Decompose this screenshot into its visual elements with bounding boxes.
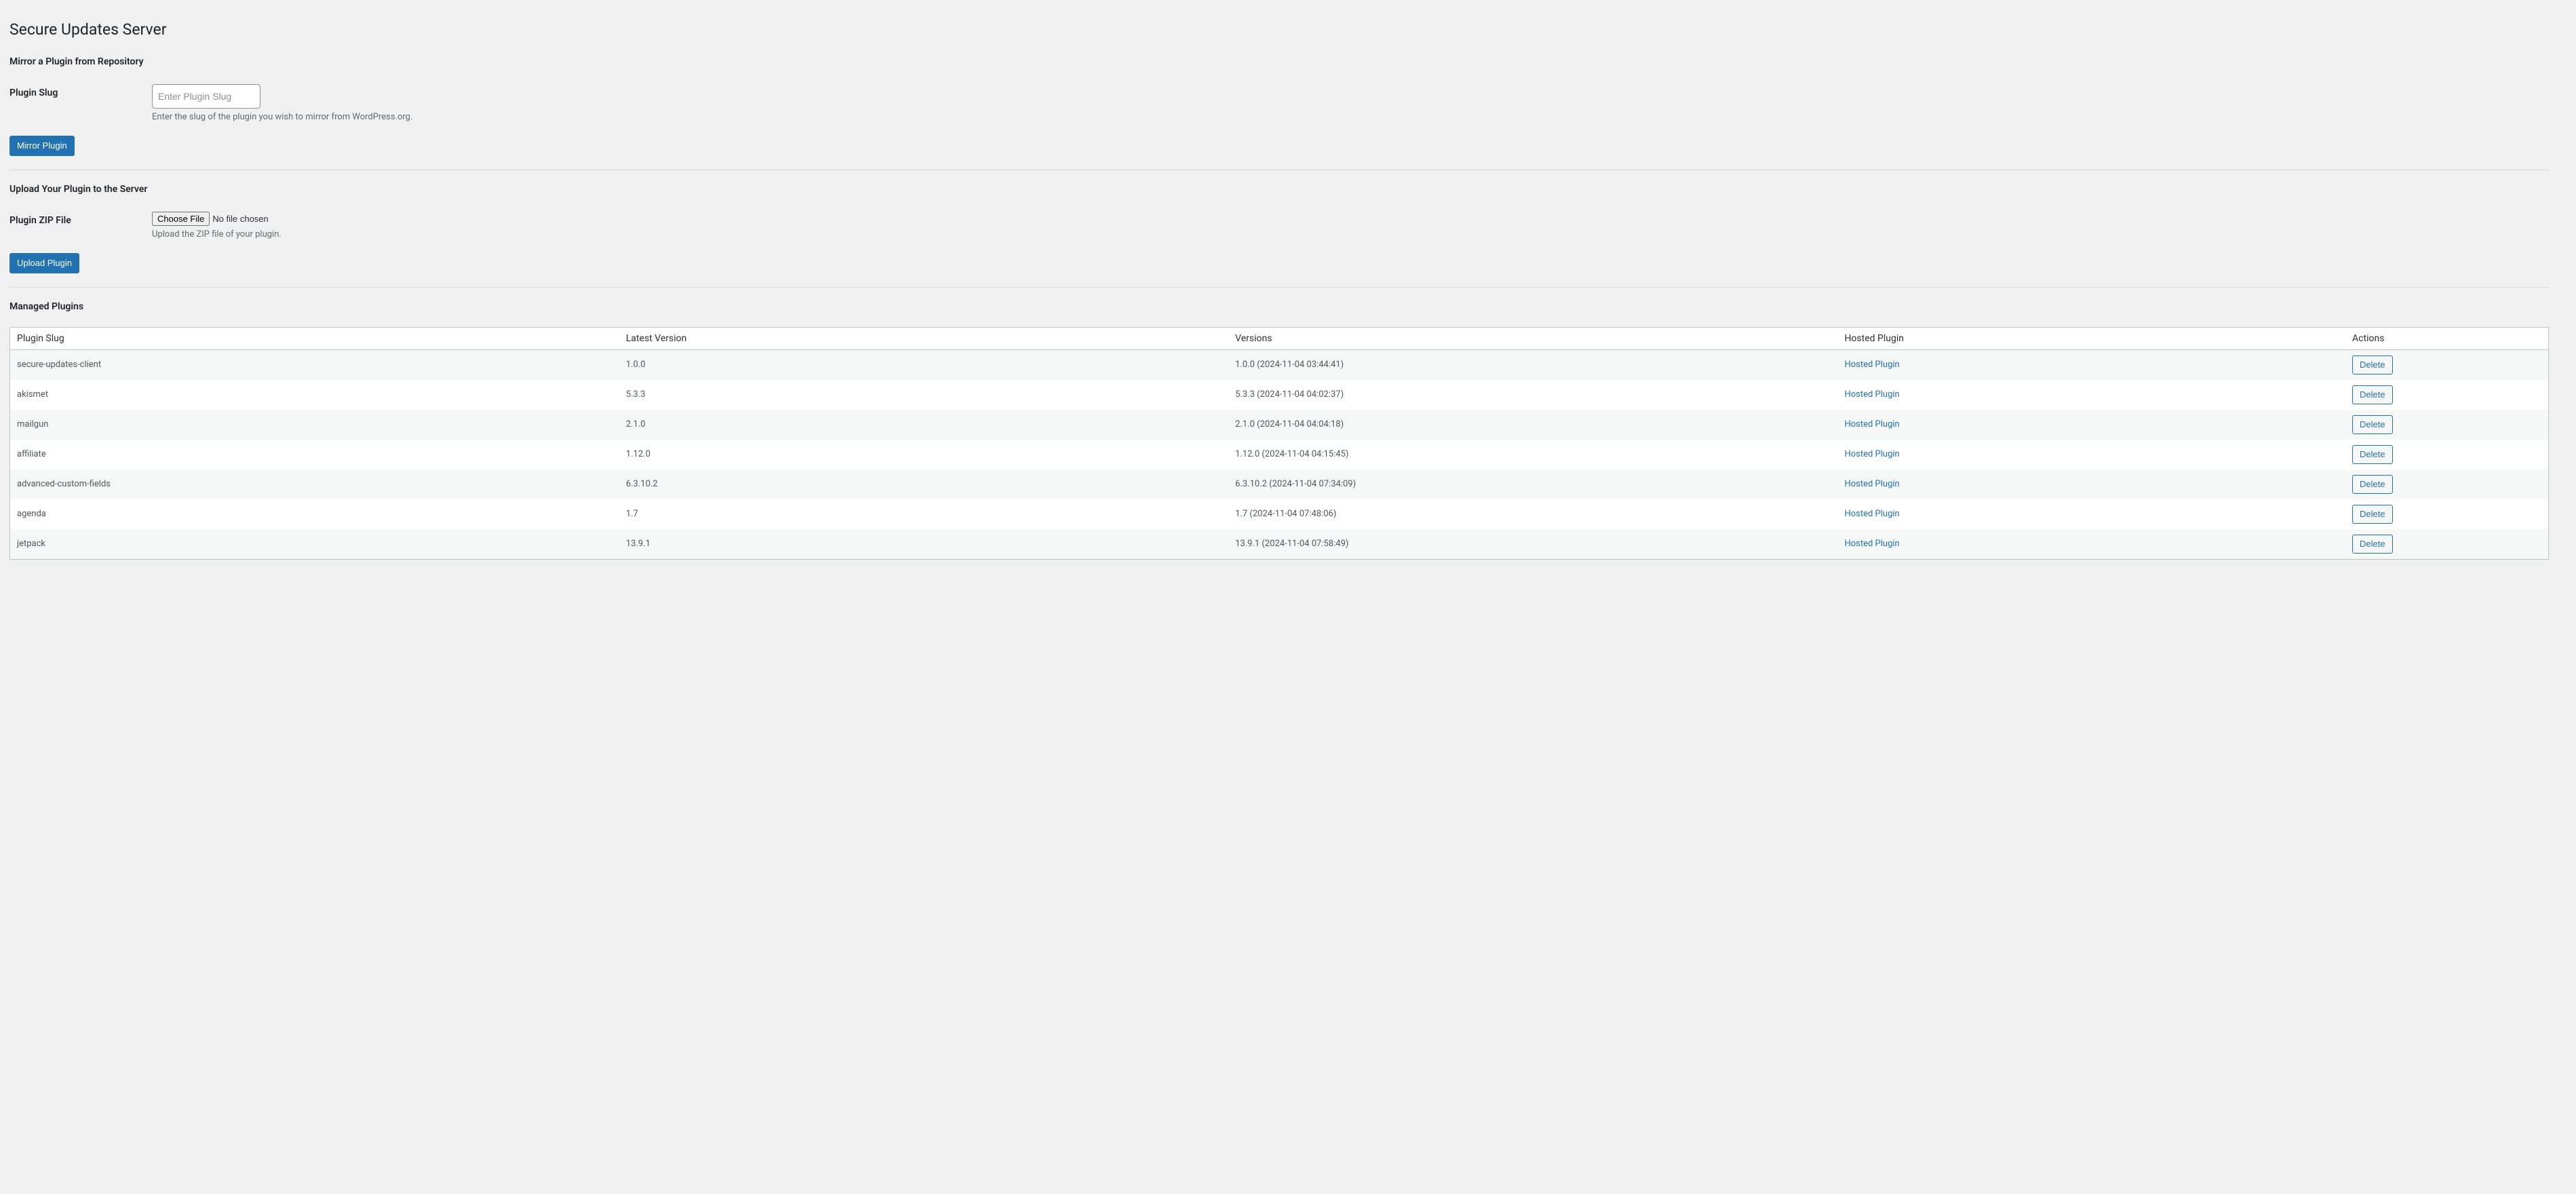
- managed-plugins-table: Plugin Slug Latest Version Versions Host…: [9, 327, 2549, 560]
- cell-actions: Delete: [2345, 380, 2548, 410]
- hosted-plugin-link[interactable]: Hosted Plugin: [1844, 419, 1899, 429]
- cell-slug: akismet: [10, 380, 619, 410]
- plugin-slug-input[interactable]: [152, 84, 260, 109]
- column-header-latest-version[interactable]: Latest Version: [619, 327, 1228, 349]
- cell-actions: Delete: [2345, 499, 2548, 529]
- hosted-plugin-link[interactable]: Hosted Plugin: [1844, 539, 1899, 549]
- cell-versions: 13.9.1 (2024-11-04 07:58:49): [1228, 529, 1837, 560]
- upload-section-heading: Upload Your Plugin to the Server: [9, 170, 2549, 201]
- cell-hosted: Hosted Plugin: [1837, 440, 2345, 469]
- column-header-versions[interactable]: Versions: [1228, 327, 1837, 349]
- plugin-slug-description: Enter the slug of the plugin you wish to…: [152, 112, 2542, 122]
- plugin-zip-description: Upload the ZIP file of your plugin.: [152, 229, 2542, 239]
- column-header-slug[interactable]: Plugin Slug: [10, 327, 619, 349]
- mirror-plugin-button[interactable]: Mirror Plugin: [9, 136, 75, 156]
- cell-versions: 1.0.0 (2024-11-04 03:44:41): [1228, 349, 1837, 380]
- cell-slug: jetpack: [10, 529, 619, 560]
- mirror-form: Plugin Slug Enter the slug of the plugin…: [9, 74, 2549, 132]
- cell-versions: 5.3.3 (2024-11-04 04:02:37): [1228, 380, 1837, 410]
- table-row: advanced-custom-fields6.3.10.26.3.10.2 (…: [10, 469, 2549, 499]
- cell-latest-version: 2.1.0: [619, 410, 1228, 440]
- table-row: akismet5.3.35.3.3 (2024-11-04 04:02:37) H…: [10, 380, 2549, 410]
- column-header-hosted-plugin[interactable]: Hosted Plugin: [1837, 327, 2345, 349]
- cell-hosted: Hosted Plugin: [1837, 410, 2345, 440]
- hosted-plugin-link[interactable]: Hosted Plugin: [1844, 360, 1899, 370]
- cell-latest-version: 6.3.10.2: [619, 469, 1228, 499]
- cell-hosted: Hosted Plugin: [1837, 469, 2345, 499]
- table-row: mailgun2.1.02.1.0 (2024-11-04 04:04:18) H…: [10, 410, 2549, 440]
- cell-latest-version: 1.7: [619, 499, 1228, 529]
- cell-actions: Delete: [2345, 410, 2548, 440]
- cell-slug: mailgun: [10, 410, 619, 440]
- cell-latest-version: 5.3.3: [619, 380, 1228, 410]
- table-row: agenda1.71.7 (2024-11-04 07:48:06) Hosted…: [10, 499, 2549, 529]
- table-row: jetpack13.9.113.9.1 (2024-11-04 07:58:49…: [10, 529, 2549, 560]
- upload-plugin-button[interactable]: Upload Plugin: [9, 253, 79, 273]
- cell-versions: 6.3.10.2 (2024-11-04 07:34:09): [1228, 469, 1837, 499]
- mirror-section-heading: Mirror a Plugin from Repository: [9, 43, 2549, 74]
- cell-slug: secure-updates-client: [10, 349, 619, 380]
- cell-slug: agenda: [10, 499, 619, 529]
- cell-latest-version: 13.9.1: [619, 529, 1228, 560]
- delete-button[interactable]: Delete: [2352, 355, 2393, 374]
- cell-actions: Delete: [2345, 349, 2548, 380]
- cell-actions: Delete: [2345, 529, 2548, 560]
- delete-button[interactable]: Delete: [2352, 385, 2393, 404]
- delete-button[interactable]: Delete: [2352, 415, 2393, 434]
- cell-versions: 1.7 (2024-11-04 07:48:06): [1228, 499, 1837, 529]
- cell-actions: Delete: [2345, 440, 2548, 469]
- plugin-zip-input[interactable]: [152, 212, 319, 226]
- plugin-zip-label: Plugin ZIP File: [9, 201, 145, 250]
- upload-form: Plugin ZIP File Upload the ZIP file of y…: [9, 201, 2549, 250]
- cell-hosted: Hosted Plugin: [1837, 349, 2345, 380]
- plugin-slug-label: Plugin Slug: [9, 74, 145, 132]
- delete-button[interactable]: Delete: [2352, 475, 2393, 494]
- delete-button[interactable]: Delete: [2352, 535, 2393, 554]
- delete-button[interactable]: Delete: [2352, 445, 2393, 464]
- cell-versions: 2.1.0 (2024-11-04 04:04:18): [1228, 410, 1837, 440]
- hosted-plugin-link[interactable]: Hosted Plugin: [1844, 449, 1899, 459]
- cell-versions: 1.12.0 (2024-11-04 04:15:45): [1228, 440, 1837, 469]
- column-header-actions[interactable]: Actions: [2345, 327, 2548, 349]
- hosted-plugin-link[interactable]: Hosted Plugin: [1844, 479, 1899, 489]
- cell-latest-version: 1.0.0: [619, 349, 1228, 380]
- cell-actions: Delete: [2345, 469, 2548, 499]
- cell-hosted: Hosted Plugin: [1837, 380, 2345, 410]
- cell-latest-version: 1.12.0: [619, 440, 1228, 469]
- table-row: affiliate1.12.01.12.0 (2024-11-04 04:15:…: [10, 440, 2549, 469]
- hosted-plugin-link[interactable]: Hosted Plugin: [1844, 389, 1899, 400]
- cell-hosted: Hosted Plugin: [1837, 529, 2345, 560]
- cell-hosted: Hosted Plugin: [1837, 499, 2345, 529]
- cell-slug: affiliate: [10, 440, 619, 469]
- cell-slug: advanced-custom-fields: [10, 469, 619, 499]
- page-title: Secure Updates Server: [9, 14, 2549, 43]
- table-row: secure-updates-client1.0.01.0.0 (2024-11…: [10, 349, 2549, 380]
- hosted-plugin-link[interactable]: Hosted Plugin: [1844, 509, 1899, 519]
- managed-plugins-heading: Managed Plugins: [9, 288, 2549, 319]
- delete-button[interactable]: Delete: [2352, 505, 2393, 524]
